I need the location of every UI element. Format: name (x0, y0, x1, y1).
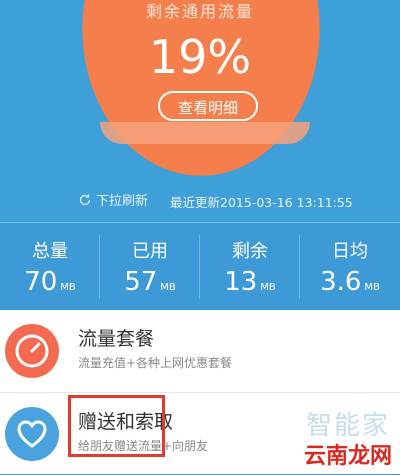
remaining-percent: 19% (148, 30, 252, 84)
stat-value: 70 MB (24, 267, 76, 297)
stat-used: 已用 57 MB (100, 223, 200, 310)
stat-label: 日均 (332, 241, 368, 262)
stat-value: 3.6 MB (320, 267, 380, 297)
usage-wave (100, 122, 310, 144)
usage-circle (82, 0, 320, 176)
stat-label: 剩余 (232, 241, 268, 262)
usage-stats: 总量 70 MB 已用 57 MB 剩余 13 MB 日均 3.6 MB (0, 223, 400, 310)
list-item-title: 流量套餐 (78, 328, 155, 350)
refresh-icon (79, 193, 91, 205)
stat-value: 57 MB (124, 267, 176, 297)
heart-icon (5, 407, 59, 461)
stat-value: 13 MB (224, 267, 276, 297)
remain-label: 剩余通用流量 (145, 2, 254, 21)
stat-total: 总量 70 MB (0, 223, 100, 310)
stat-remaining: 剩余 13 MB (200, 223, 300, 310)
usage-panel: 剩余通用流量 19% 查看明细 下拉刷新 最近更新2015-03-16 13:1… (0, 0, 400, 222)
refresh-label: 下拉刷新 (96, 194, 149, 209)
last-updated: 最近更新2015-03-16 13:11:55 (170, 195, 353, 210)
list-item-subtitle: 流量充值+各种上网优惠套餐 (78, 356, 233, 370)
stat-label: 已用 (132, 241, 168, 262)
stat-daily-average: 日均 3.6 MB (300, 223, 400, 310)
timer-icon (5, 324, 59, 378)
pull-refresh-hint[interactable]: 下拉刷新 (78, 190, 148, 209)
watermark-top: 智能家 (305, 411, 390, 441)
stat-label: 总量 (32, 241, 68, 262)
watermark-bottom: 云南龙网 (299, 438, 396, 470)
view-details-button[interactable]: 查看明细 (158, 91, 258, 121)
highlight-box (68, 395, 165, 457)
list-item-data-plans[interactable]: 流量套餐 流量充值+各种上网优惠套餐 (0, 310, 400, 393)
